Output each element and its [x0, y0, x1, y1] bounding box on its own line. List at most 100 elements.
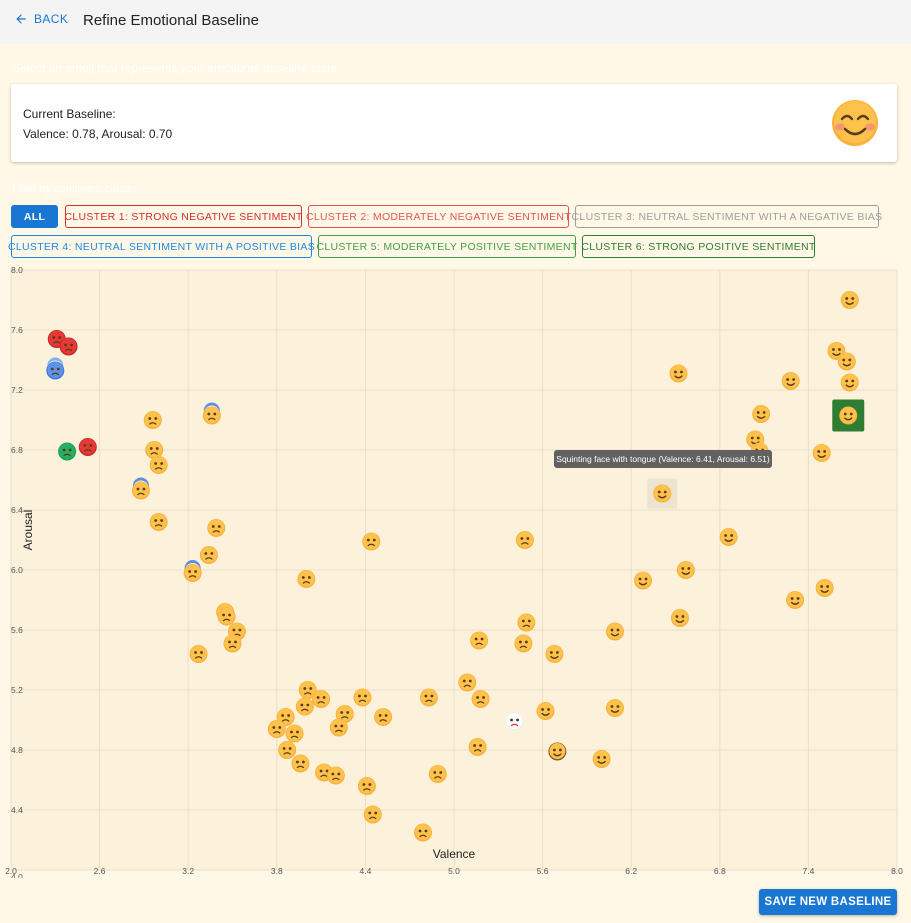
emoji-eye: [516, 718, 519, 722]
emoji-point[interactable]: [840, 291, 859, 309]
emoji-point[interactable]: [781, 372, 800, 390]
emoji-point[interactable]: [515, 531, 534, 549]
filter-cluster-2-button[interactable]: CLUSTER 2: MODERATELY NEGATIVE SENTIMENT: [306, 205, 571, 228]
top-bar: BACK Refine Emotional Baseline: [0, 0, 911, 44]
y-tick-label: 7.6: [11, 325, 23, 335]
emoji-face-inner: [364, 806, 381, 822]
emoji-face-inner: [218, 608, 235, 624]
emoji-point[interactable]: [837, 352, 856, 371]
emoji-point[interactable]: [719, 528, 738, 546]
emoji-point[interactable]: [840, 373, 859, 392]
emoji-point[interactable]: [189, 645, 208, 663]
emoji-eye: [756, 411, 760, 414]
emoji-point[interactable]: [295, 697, 314, 716]
emoji-eye: [337, 772, 341, 776]
emoji-point[interactable]: [297, 570, 316, 588]
emoji-eye: [681, 567, 685, 570]
emoji-point[interactable]: [812, 444, 831, 462]
emoji-eye: [680, 370, 683, 374]
emoji-eye: [302, 760, 305, 764]
filter-cluster-3-button[interactable]: CLUSTER 3: NEUTRAL SENTIMENT WITH A NEGA…: [572, 205, 882, 228]
emoji-point[interactable]: [413, 823, 432, 842]
emoji-point[interactable]: [670, 609, 689, 627]
emoji-eye: [681, 615, 685, 618]
emoji-face-inner: [268, 720, 285, 737]
filter-cluster-1-button[interactable]: CLUSTER 1: STRONG NEGATIVE SENTIMENT: [64, 205, 302, 228]
emoji-point[interactable]: [605, 622, 624, 641]
emoji-point[interactable]: [786, 591, 805, 609]
emoji-eye: [439, 771, 443, 774]
emoji-eye: [838, 348, 841, 351]
emoji-point[interactable]: [267, 720, 286, 738]
emoji-point[interactable]: [676, 561, 695, 579]
y-tick-label: 5.6: [11, 625, 23, 635]
emoji-face-inner: [813, 444, 830, 461]
emoji-point[interactable]: [428, 765, 447, 783]
emoji-point[interactable]: [363, 805, 382, 824]
emoji-point[interactable]: [357, 777, 376, 795]
emoji-point[interactable]: [634, 571, 653, 590]
emoji-point[interactable]: [149, 456, 168, 474]
filter-cluster-5-button[interactable]: CLUSTER 5: MODERATELY POSITIVE SENTIMENT: [316, 235, 577, 258]
emoji-point[interactable]: [143, 411, 162, 429]
emoji-face-inner: [838, 353, 855, 369]
emoji-point[interactable]: [374, 708, 393, 726]
emoji-eye: [724, 534, 728, 537]
emoji-point[interactable]: [592, 750, 611, 768]
emoji-eye: [154, 519, 158, 522]
emoji-point[interactable]: [59, 337, 78, 356]
emoji-point[interactable]: [207, 519, 226, 537]
emoji-point[interactable]: [291, 754, 310, 773]
emoji-point[interactable]: [505, 712, 524, 731]
emoji-eye: [541, 708, 544, 711]
emoji-eye: [228, 640, 231, 644]
emoji-point[interactable]: [514, 634, 533, 653]
emoji-point[interactable]: [468, 738, 487, 756]
filter-cluster-6-button[interactable]: CLUSTER 6: STRONG POSITIVE SENTIMENT: [581, 235, 815, 258]
emoji-point[interactable]: [536, 702, 555, 720]
emoji-point[interactable]: [58, 442, 77, 461]
emoji-eye: [282, 747, 286, 750]
emoji-eye: [610, 705, 614, 708]
emoji-point[interactable]: [199, 546, 218, 564]
emoji-point[interactable]: [362, 532, 381, 551]
emoji-point[interactable]: [815, 579, 834, 597]
emoji-eye: [204, 552, 208, 555]
y-axis-title: Arousal: [21, 510, 35, 551]
emoji-point[interactable]: [458, 673, 477, 692]
filter-cluster-4-button[interactable]: CLUSTER 4: NEUTRAL SENTIMENT WITH A POSI…: [8, 235, 315, 258]
x-tick-label: 4.4: [359, 866, 371, 876]
emoji-point[interactable]: [285, 724, 304, 743]
selected-emoji-point[interactable]: [647, 478, 678, 509]
emoji-point[interactable]: [419, 688, 438, 707]
save-new-baseline-button[interactable]: SAVE NEW BASELINE: [759, 889, 897, 915]
emoji-point[interactable]: [669, 364, 688, 383]
emoji-eye: [520, 537, 524, 540]
emoji-point[interactable]: [78, 438, 97, 456]
emoji-point[interactable]: [149, 513, 168, 531]
emoji-point[interactable]: [329, 718, 348, 737]
emoji-point[interactable]: [278, 741, 297, 759]
emoji-point[interactable]: [548, 742, 567, 761]
emoji-eye: [842, 358, 846, 362]
back-button[interactable]: BACK: [14, 12, 68, 26]
emoji-point[interactable]: [326, 766, 345, 785]
emoji-eye: [154, 462, 158, 465]
emoji-eye: [675, 615, 679, 618]
emoji-eye: [316, 696, 320, 699]
emoji-point[interactable]: [312, 690, 331, 708]
emoji-point[interactable]: [353, 688, 372, 707]
emoji-point[interactable]: [217, 607, 236, 626]
emoji-eye: [468, 679, 472, 683]
emoji-point[interactable]: [470, 631, 489, 650]
current-baseline-emoji-point[interactable]: [832, 399, 865, 432]
emoji-face-inner: [354, 689, 371, 705]
emoji-point[interactable]: [752, 405, 771, 423]
emoji-point[interactable]: [545, 645, 564, 663]
emoji-point[interactable]: [605, 699, 624, 717]
emoji-point[interactable]: [223, 634, 242, 653]
emoji-point[interactable]: [517, 613, 536, 632]
emoji-point[interactable]: [471, 690, 490, 708]
filter-all-button[interactable]: ALL: [11, 205, 58, 228]
emoji-eye: [474, 637, 478, 641]
